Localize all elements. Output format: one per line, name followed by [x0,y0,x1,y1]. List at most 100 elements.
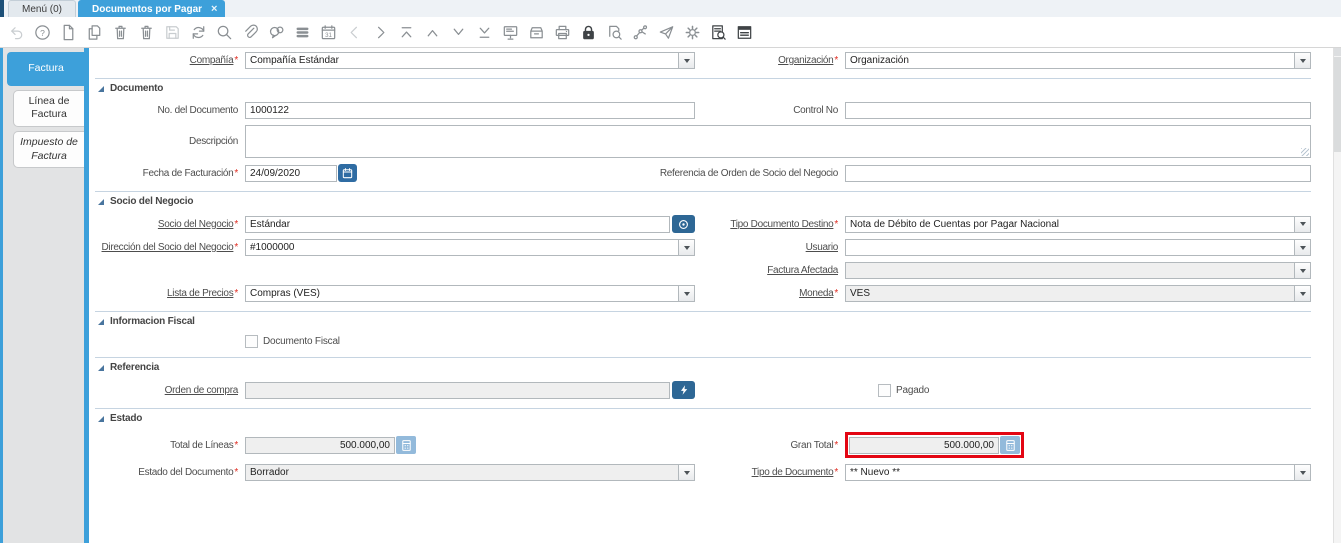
delete-selection-icon[interactable] [137,23,156,42]
refresh-icon[interactable] [189,23,208,42]
print-preview-icon[interactable] [605,23,624,42]
organizacion-select[interactable] [845,52,1311,69]
sidebar-tab-impuesto-de-factura[interactable]: Impuesto de Factura [13,131,84,168]
tab-menu[interactable]: Menú (0) [8,0,76,17]
no-documento-label: No. del Documento [95,105,240,116]
moneda-label: Moneda* [700,288,840,299]
total-lineas-label: Total de Líneas* [95,440,240,451]
window-customize-icon[interactable] [735,23,754,42]
direccion-socio-select[interactable] [245,239,695,256]
delete-record-icon[interactable] [111,23,130,42]
detail-record-icon[interactable] [449,23,468,42]
archive-icon[interactable] [527,23,546,42]
section-socio-title: Socio del Negocio [110,196,193,207]
tipo-doc-destino-select[interactable] [845,216,1311,233]
orden-compra-search-button[interactable] [672,381,695,399]
svg-text:?: ? [40,27,45,37]
chat-icon[interactable] [267,23,286,42]
sidebar-tab-linea-de-factura[interactable]: Línea de Factura [13,90,84,127]
chevron-down-icon[interactable] [678,52,695,69]
calculator-icon[interactable] [1000,436,1020,454]
collapse-icon[interactable] [98,199,104,205]
svg-text:31: 31 [325,32,332,39]
section-fiscal-title: Informacion Fiscal [110,316,195,327]
chevron-down-icon[interactable] [678,285,695,302]
private-lock-icon[interactable] [579,23,598,42]
collapse-icon[interactable] [98,319,104,325]
business-partner-search-button[interactable] [672,215,695,233]
descripcion-textarea[interactable] [245,125,1311,158]
referencia-orden-label: Referencia de Orden de Socio del Negocio [700,168,840,179]
find-icon[interactable] [215,23,234,42]
lista-precios-select[interactable] [245,285,695,302]
tab-documentos-por-pagar[interactable]: Documentos por Pagar × [78,0,225,17]
send-mail-icon[interactable] [657,23,676,42]
scroll-up-button[interactable] [1334,48,1341,56]
new-record-icon[interactable] [59,23,78,42]
calendar-history-icon[interactable]: 31 [319,23,338,42]
tabbar-edge [0,0,4,17]
chevron-down-icon[interactable] [1294,464,1311,481]
estado-documento-select[interactable] [245,464,695,481]
attachment-icon[interactable] [241,23,260,42]
gran-total-label: Gran Total* [700,440,840,451]
chevron-down-icon[interactable] [1294,216,1311,233]
tipo-documento-select[interactable] [845,464,1311,481]
collapse-icon[interactable] [98,416,104,422]
referencia-orden-input[interactable] [845,165,1311,182]
next-record-icon[interactable] [371,23,390,42]
chevron-down-icon[interactable] [1294,239,1311,256]
report-icon[interactable] [501,23,520,42]
previous-record-icon[interactable] [345,23,364,42]
invoice-form: Compañía* Organización* Documento No. de… [89,48,1333,543]
section-socio-del-negocio: Socio del Negocio [95,191,1311,208]
scrollbar-thumb[interactable] [1334,57,1341,152]
chevron-down-icon[interactable] [1294,285,1311,302]
first-record-icon[interactable] [397,23,416,42]
gran-total-input[interactable] [849,437,999,454]
grid-toggle-icon[interactable] [293,23,312,42]
tab-documentos-label: Documentos por Pagar [92,4,202,15]
collapse-icon[interactable] [98,86,104,92]
documento-fiscal-checkbox[interactable] [245,335,258,348]
toolbar: ? 31 [0,17,1341,48]
no-documento-input[interactable] [245,102,695,119]
socio-negocio-input[interactable] [245,216,670,233]
fecha-facturacion-label: Fecha de Facturación* [95,168,240,179]
copy-record-icon[interactable] [85,23,104,42]
chevron-down-icon[interactable] [678,464,695,481]
section-referencia: Referencia [95,357,1311,374]
moneda-select[interactable] [845,285,1311,302]
save-icon[interactable] [163,23,182,42]
chevron-down-icon[interactable] [678,239,695,256]
usuario-select[interactable] [845,239,1311,256]
fecha-facturacion-input[interactable] [245,165,337,182]
calculator-icon[interactable] [396,436,416,454]
parent-record-icon[interactable] [423,23,442,42]
chevron-down-icon[interactable] [1294,52,1311,69]
help-icon[interactable]: ? [33,23,52,42]
print-icon[interactable] [553,23,572,42]
process-gear-icon[interactable] [683,23,702,42]
gran-total-highlight [845,432,1024,458]
section-documento-title: Documento [110,83,163,94]
chevron-down-icon[interactable] [1294,262,1311,279]
workflow-icon[interactable] [631,23,650,42]
close-tab-icon[interactable]: × [211,4,217,15]
section-estado-title: Estado [110,413,142,424]
calendar-picker-button[interactable] [338,164,357,182]
section-referencia-title: Referencia [110,362,159,373]
descripcion-label: Descripción [95,136,240,147]
zoom-query-icon[interactable] [709,23,728,42]
ignore-changes-icon[interactable] [7,23,26,42]
compania-select[interactable] [245,52,695,69]
vertical-scrollbar[interactable] [1333,48,1341,543]
sidebar-tab-factura[interactable]: Factura [7,52,84,86]
last-record-icon[interactable] [475,23,494,42]
orden-compra-input[interactable] [245,382,670,399]
control-no-input[interactable] [845,102,1311,119]
collapse-icon[interactable] [98,365,104,371]
factura-afectada-select[interactable] [845,262,1311,279]
pagado-checkbox[interactable] [878,384,891,397]
total-lineas-input[interactable] [245,437,395,454]
